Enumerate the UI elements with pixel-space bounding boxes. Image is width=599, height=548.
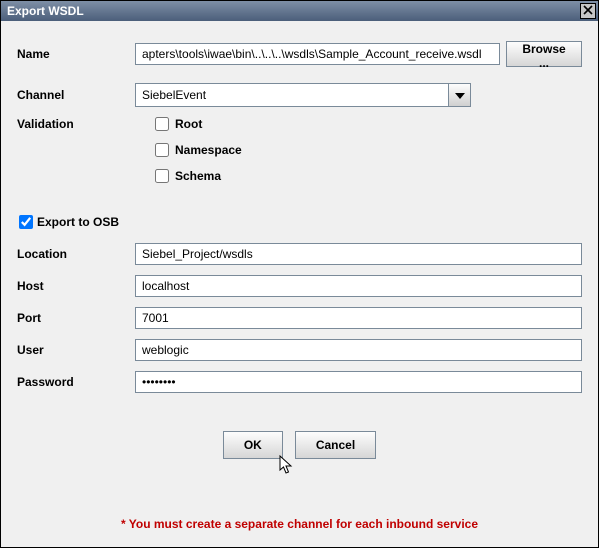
export-wsdl-dialog: Export WSDL Name Browse ... Channel Sieb… (0, 0, 599, 548)
location-input[interactable] (135, 243, 582, 265)
port-label: Port (17, 311, 135, 325)
footnote: * You must create a separate channel for… (17, 517, 582, 537)
channel-combo[interactable]: SiebelEvent (135, 83, 471, 107)
schema-checkbox[interactable] (155, 169, 169, 183)
channel-label: Channel (17, 88, 135, 102)
dialog-content: Name Browse ... Channel SiebelEvent (1, 21, 598, 547)
user-label: User (17, 343, 135, 357)
close-button[interactable] (580, 3, 596, 19)
validation-label: Validation (17, 117, 135, 131)
close-icon (583, 4, 593, 18)
export-osb-label: Export to OSB (37, 215, 119, 229)
namespace-label: Namespace (175, 143, 242, 157)
channel-value: SiebelEvent (136, 84, 448, 106)
export-osb-checkbox[interactable] (19, 215, 33, 229)
password-label: Password (17, 375, 135, 389)
cancel-button[interactable]: Cancel (295, 431, 376, 459)
browse-button[interactable]: Browse ... (506, 41, 582, 67)
schema-label: Schema (175, 169, 221, 183)
user-input[interactable] (135, 339, 582, 361)
port-input[interactable] (135, 307, 582, 329)
button-row: OK Cancel (17, 431, 582, 459)
root-label: Root (175, 117, 202, 131)
namespace-checkbox[interactable] (155, 143, 169, 157)
host-label: Host (17, 279, 135, 293)
name-label: Name (17, 47, 135, 61)
ok-button[interactable]: OK (223, 431, 283, 459)
host-input[interactable] (135, 275, 582, 297)
name-input[interactable] (135, 43, 500, 65)
root-checkbox[interactable] (155, 117, 169, 131)
channel-combo-arrow[interactable] (448, 84, 470, 106)
password-input[interactable] (135, 371, 582, 393)
chevron-down-icon (455, 88, 465, 102)
dialog-title: Export WSDL (7, 4, 84, 18)
location-label: Location (17, 247, 135, 261)
titlebar: Export WSDL (1, 1, 598, 21)
